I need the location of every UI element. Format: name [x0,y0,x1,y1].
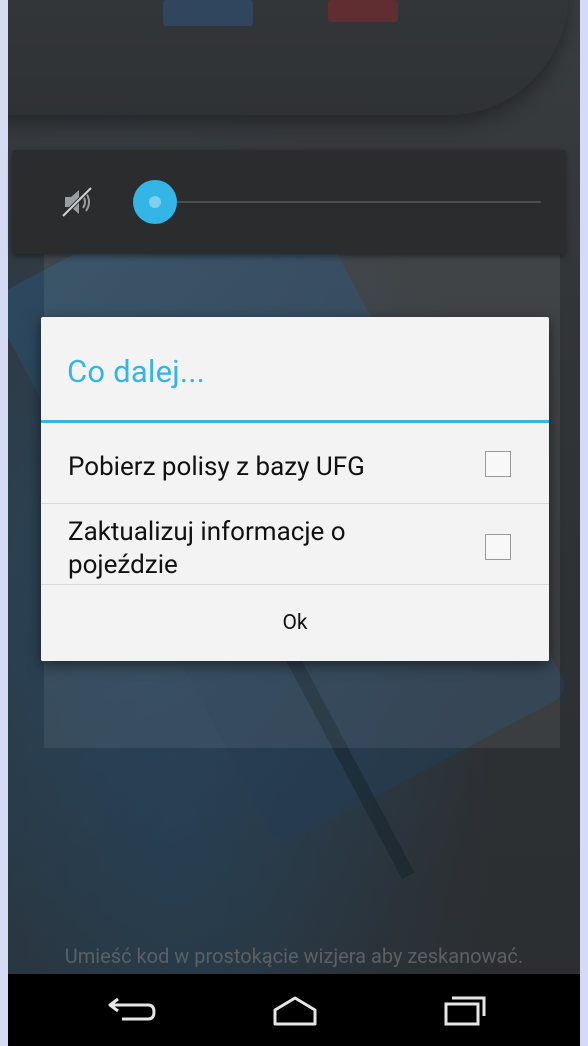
scanner-hint: Umieść kod w prostokącie wizjera aby zes… [64,944,524,968]
volume-slider-thumb[interactable] [133,180,177,224]
home-icon[interactable] [265,990,325,1030]
option-label: Zaktualizuj informacje o pojeździe [68,517,346,580]
ok-button[interactable]: Ok [41,585,549,661]
volume-panel [13,150,565,254]
volume-mute-icon[interactable] [59,184,95,220]
dialog-title: Co dalej... [67,353,206,390]
option-fetch-policies[interactable]: Pobierz polisy z bazy UFG [41,423,549,504]
recent-apps-icon[interactable] [434,990,494,1030]
option-update-vehicle-info[interactable]: Zaktualizuj informacje o pojeździe [41,504,549,585]
option-label: Pobierz polisy z bazy UFG [68,452,365,482]
camera-preview-object [8,0,568,115]
checkbox[interactable] [485,451,511,477]
what-next-dialog: Co dalej... Pobierz polisy z bazy UFG Za… [41,317,549,661]
volume-slider-track[interactable] [157,201,541,203]
checkbox[interactable] [485,534,511,560]
back-icon[interactable] [98,990,158,1030]
navigation-bar [8,974,580,1046]
